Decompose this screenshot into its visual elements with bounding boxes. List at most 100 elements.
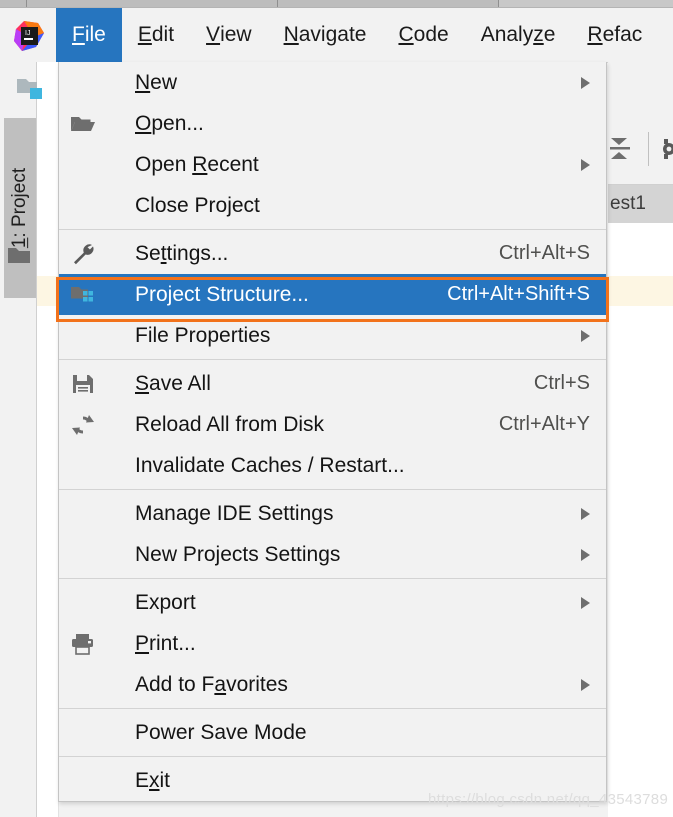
menu-item-exit-rest: it	[160, 769, 171, 792]
menu-navigate[interactable]: Navigate	[268, 8, 383, 62]
intellij-idea-logo-icon: IJ	[14, 21, 44, 51]
menu-item-new-rest: ew	[150, 71, 177, 94]
menu-item-new-projects-settings[interactable]: New Projects Settings	[59, 534, 606, 575]
menu-refactor-rest: efac	[603, 23, 643, 47]
wrench-icon	[69, 242, 97, 266]
menu-item-file-properties-label: File Properties	[135, 324, 270, 348]
menu-item-save-all-label: Save All	[135, 372, 211, 396]
project-structure-icon	[69, 283, 97, 307]
menu-view-mnemonic: V	[206, 23, 220, 47]
save-icon	[69, 372, 97, 396]
menu-item-reload-all-from-disk-shortcut: Ctrl+Alt+Y	[499, 413, 590, 436]
gutter-highlight-line	[37, 276, 58, 306]
menu-item-open-recent-pre: Open	[135, 153, 192, 176]
menu-refactor-mnemonic: R	[587, 23, 602, 47]
menu-edit-rest: dit	[152, 23, 174, 47]
menu-item-project-structure[interactable]: Project Structure... Ctrl+Alt+Shift+S	[59, 274, 606, 315]
open-folder-icon	[69, 112, 97, 136]
menu-code-rest: ode	[414, 23, 449, 47]
menu-item-manage-ide-settings[interactable]: Manage IDE Settings	[59, 493, 606, 534]
menu-item-reload-all-from-disk-label: Reload All from Disk	[135, 413, 324, 437]
editor-tab-label: est1	[610, 193, 646, 215]
title-bar-segment	[278, 0, 499, 7]
title-bar-segment	[27, 0, 278, 7]
menu-item-new[interactable]: New	[59, 62, 606, 103]
project-tool-window-text: : Project	[9, 168, 30, 238]
submenu-arrow-icon	[581, 159, 590, 171]
menu-file-rest: ile	[85, 23, 106, 47]
left-strip-bottom	[0, 806, 36, 817]
menu-analyze[interactable]: Analyze	[465, 8, 572, 62]
menu-item-add-to-favorites-pre: Add to F	[135, 673, 214, 696]
menu-item-open-recent[interactable]: Open Recent	[59, 144, 606, 185]
menu-bar: IJ File Edit View Navigate Code Analyze …	[0, 8, 673, 63]
menu-item-open-recent-rest: ecent	[207, 153, 258, 176]
menu-item-add-to-favorites[interactable]: Add to Favorites	[59, 664, 606, 705]
editor-toolbar	[608, 62, 673, 185]
menu-item-exit-pre: E	[135, 769, 149, 792]
menu-item-save-all-shortcut: Ctrl+S	[534, 372, 590, 395]
title-bar-segment	[0, 0, 27, 7]
menu-separator	[59, 708, 606, 709]
menu-item-close-project-label: Close Project	[135, 194, 260, 218]
menu-analyze-rest: e	[544, 23, 556, 47]
submenu-arrow-icon	[581, 679, 590, 691]
editor-tab[interactable]: est1	[608, 185, 673, 223]
menu-item-invalidate-caches[interactable]: Invalidate Caches / Restart...	[59, 445, 606, 486]
menu-separator	[59, 229, 606, 230]
menu-item-open-recent-label: Open Recent	[135, 153, 259, 177]
menu-item-export-label: Export	[135, 591, 196, 615]
menu-item-add-to-favorites-rest: vorites	[226, 673, 288, 696]
submenu-arrow-icon	[581, 77, 590, 89]
menu-bar-items: File Edit View Navigate Code Analyze Ref…	[56, 8, 658, 62]
menu-item-invalidate-caches-label: Invalidate Caches / Restart...	[135, 454, 405, 478]
menu-item-reload-all-from-disk[interactable]: Reload All from Disk Ctrl+Alt+Y	[59, 404, 606, 445]
menu-item-open-label: Open...	[135, 112, 204, 136]
editor-area	[608, 223, 673, 817]
menu-item-settings-shortcut: Ctrl+Alt+S	[499, 242, 590, 265]
sidebar-item-project[interactable]: 1: Project	[4, 118, 36, 298]
menu-item-exit-mnemonic: x	[149, 769, 160, 792]
menu-refactor[interactable]: Refac	[571, 8, 658, 62]
menu-item-save-all-mnemonic: S	[135, 372, 149, 395]
menu-item-new-mnemonic: N	[135, 71, 150, 94]
ide-window: IJ File Edit View Navigate Code Analyze …	[0, 0, 673, 817]
svg-text:IJ: IJ	[25, 30, 30, 37]
menu-item-close-project[interactable]: Close Project	[59, 185, 606, 226]
menu-item-project-structure-shortcut: Ctrl+Alt+Shift+S	[447, 283, 590, 306]
collapse-all-icon[interactable]	[608, 134, 634, 164]
menu-navigate-mnemonic: N	[284, 23, 299, 47]
menu-code[interactable]: Code	[382, 8, 464, 62]
menu-item-exit-label: Exit	[135, 769, 170, 793]
editor-gutter	[37, 62, 59, 817]
menu-separator	[59, 578, 606, 579]
menu-item-project-structure-label: Project Structure...	[135, 283, 309, 307]
menu-view[interactable]: View	[190, 8, 268, 62]
menu-item-export[interactable]: Export	[59, 582, 606, 623]
menu-item-print-mnemonic: P	[135, 632, 149, 655]
watermark-text: https://blog.csdn.net/qq_43543789	[428, 791, 668, 808]
menu-item-settings[interactable]: Settings... Ctrl+Alt+S	[59, 233, 606, 274]
menu-item-print[interactable]: Print...	[59, 623, 606, 664]
menu-item-power-save-mode[interactable]: Power Save Mode	[59, 712, 606, 753]
menu-file[interactable]: File	[56, 8, 122, 62]
printer-icon	[69, 632, 97, 656]
menu-item-add-to-favorites-mnemonic: a	[214, 673, 226, 696]
menu-item-open[interactable]: Open...	[59, 103, 606, 144]
menu-item-open-recent-mnemonic: R	[192, 153, 207, 176]
menu-analyze-mnemonic: z	[533, 23, 544, 47]
submenu-arrow-icon	[581, 508, 590, 520]
gear-icon[interactable]	[663, 138, 673, 160]
reload-icon	[69, 413, 97, 437]
menu-item-open-mnemonic: O	[135, 112, 151, 135]
menu-item-file-properties[interactable]: File Properties	[59, 315, 606, 356]
menu-analyze-pre: Analy	[481, 23, 534, 47]
menu-item-print-rest: rint...	[149, 632, 196, 655]
menu-separator	[59, 489, 606, 490]
file-menu-dropdown: New Open... Open Recent Close Project	[58, 62, 607, 802]
menu-item-settings-rest: tings...	[167, 242, 229, 265]
menu-file-mnemonic: F	[72, 23, 85, 47]
menu-edit-mnemonic: E	[138, 23, 152, 47]
menu-edit[interactable]: Edit	[122, 8, 190, 62]
menu-item-save-all[interactable]: Save All Ctrl+S	[59, 363, 606, 404]
